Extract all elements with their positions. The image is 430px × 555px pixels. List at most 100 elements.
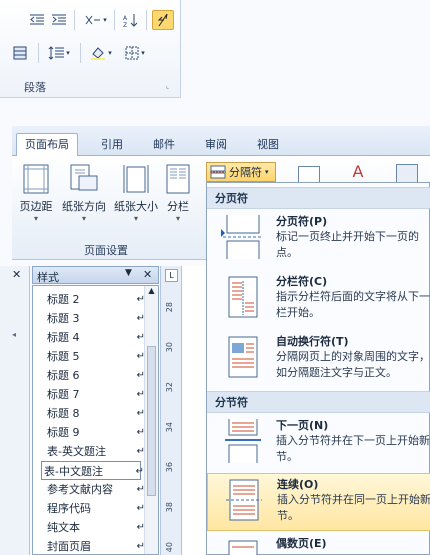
navigation-close-icon[interactable]: ✕ bbox=[12, 268, 21, 281]
style-item[interactable]: 标题 4 ↵ bbox=[47, 328, 145, 347]
paragraph-return-icon: ↵ bbox=[136, 427, 145, 438]
size-button[interactable]: 纸张大小 ▾ bbox=[110, 162, 162, 224]
style-item[interactable]: 纯文本 ↵ bbox=[47, 518, 145, 537]
margins-label: 页边距 bbox=[19, 200, 53, 213]
columns-button[interactable]: 分栏 ▾ bbox=[158, 162, 198, 224]
breaks-label: 分隔符 bbox=[229, 166, 262, 179]
tab-page-layout[interactable]: 页面布局 bbox=[16, 133, 78, 157]
menu-item-column-break[interactable]: 分栏符(C) 指示分栏符后面的文字将从下一栏开始。 bbox=[207, 271, 430, 327]
columns-label: 分栏 bbox=[167, 200, 189, 213]
paragraph-return-icon: ↵ bbox=[136, 389, 145, 400]
columns-icon bbox=[166, 164, 190, 194]
style-item[interactable]: 表-英文题注 ↵ bbox=[47, 442, 145, 461]
ruler-number: 30 bbox=[165, 342, 174, 353]
style-item-label: 标题 2 bbox=[47, 293, 80, 306]
decrease-indent-icon bbox=[30, 14, 44, 25]
navigation-pane-edge bbox=[0, 266, 30, 555]
scroll-thumb[interactable] bbox=[147, 346, 156, 496]
sort-icon: AZ bbox=[123, 14, 138, 27]
orientation-icon bbox=[70, 164, 98, 191]
paragraph-return-icon: ↵ bbox=[135, 466, 144, 477]
ruler-corner: L bbox=[165, 269, 178, 282]
style-item[interactable]: 参考文献内容 ↵ bbox=[47, 480, 145, 499]
menu-item-text-wrapping-break[interactable]: 自动换行符(T) 分隔网页上的对象周围的文字，如分隔题注文字与正文。 bbox=[207, 331, 430, 387]
tab-view[interactable]: 视图 bbox=[248, 134, 288, 156]
style-item[interactable]: 标题 9 ↵ bbox=[47, 423, 145, 442]
paragraph-return-icon: ↵ bbox=[136, 370, 145, 381]
paragraph-return-icon: ↵ bbox=[136, 294, 145, 305]
style-item[interactable]: 封面页眉 ↵ bbox=[47, 537, 145, 555]
tab-review[interactable]: 审阅 bbox=[196, 134, 236, 156]
borders-left-button[interactable] bbox=[8, 43, 32, 63]
next-page-icon bbox=[225, 419, 261, 463]
breaks-icon bbox=[210, 165, 226, 179]
tab-references[interactable]: 引用 bbox=[92, 134, 132, 156]
styles-pane-header: 样式 ▼ ✕ bbox=[32, 266, 159, 284]
dropdown-arrow-icon: ▾ bbox=[66, 49, 70, 57]
increase-indent-button[interactable] bbox=[50, 10, 68, 30]
style-item[interactable]: 标题 3 ↵ bbox=[47, 309, 145, 328]
menu-item-page-break[interactable]: 分页符(P) 标记一页终止并开始下一页的点。 bbox=[207, 211, 430, 267]
table-grid-icon bbox=[13, 46, 27, 60]
scroll-up-icon[interactable]: ▲ bbox=[145, 286, 158, 295]
style-item[interactable]: 表-中文题注 ↵ bbox=[41, 461, 144, 480]
styles-pane-title: 样式 bbox=[37, 271, 59, 284]
styles-pane-close-icon[interactable]: ✕ bbox=[143, 268, 152, 281]
decrease-indent-button[interactable] bbox=[28, 10, 46, 30]
ruler-number: 34 bbox=[165, 422, 174, 433]
menu-section-page-breaks: 分页符 bbox=[207, 187, 430, 209]
dialog-launcher-icon[interactable]: ⌞ bbox=[166, 82, 169, 90]
paragraph-return-icon: ↵ bbox=[136, 522, 145, 533]
style-item-label: 标题 3 bbox=[47, 312, 80, 325]
style-item[interactable]: 标题 2 ↵ bbox=[47, 290, 145, 309]
style-item[interactable]: 程序代码 ↵ bbox=[47, 499, 145, 518]
style-item[interactable]: 标题 6 ↵ bbox=[47, 366, 145, 385]
sort-button[interactable]: AZ bbox=[120, 10, 142, 30]
orientation-label: 纸张方向 bbox=[62, 200, 106, 213]
menu-item-title: 分栏符(C) bbox=[276, 275, 328, 288]
styles-pane-menu-icon[interactable]: ▼ bbox=[125, 268, 132, 278]
dropdown-arrow-icon: ▾ bbox=[133, 214, 138, 223]
margins-button[interactable]: 页边距 ▾ bbox=[10, 162, 62, 224]
dropdown-arrow-icon: ▾ bbox=[33, 214, 38, 223]
breaks-button[interactable]: 分隔符 ▾ bbox=[206, 162, 276, 182]
ruler-number: 38 bbox=[165, 502, 174, 513]
menu-item-desc: 插入分节符并在同一页上开始新节。 bbox=[277, 493, 430, 522]
ruler-number: 40 bbox=[165, 542, 174, 553]
style-scrollbar[interactable]: ▲ bbox=[144, 286, 158, 554]
tab-mailings[interactable]: 邮件 bbox=[144, 134, 184, 156]
style-item-label: 封面页眉 bbox=[47, 540, 91, 553]
line-spacing-button[interactable]: ▾ bbox=[44, 43, 74, 63]
size-label: 纸张大小 bbox=[114, 200, 158, 213]
menu-item-even-page[interactable]: 偶数页(E) bbox=[207, 533, 430, 555]
show-marks-button[interactable] bbox=[152, 10, 174, 30]
menu-item-title: 分页符(P) bbox=[276, 215, 328, 228]
borders-button[interactable]: ▾ bbox=[120, 43, 150, 63]
menu-item-desc: 分隔网页上的对象周围的文字，如分隔题注文字与正文。 bbox=[276, 350, 430, 379]
shading-button[interactable]: ▾ bbox=[86, 43, 116, 63]
increase-indent-icon bbox=[52, 14, 66, 25]
style-item-label: 程序代码 bbox=[47, 502, 91, 515]
menu-item-desc: 插入分节符并在下一页上开始新节。 bbox=[276, 434, 430, 463]
paint-bucket-icon bbox=[91, 47, 106, 60]
menu-item-desc: 指示分栏符后面的文字将从下一栏开始。 bbox=[276, 290, 430, 319]
style-item[interactable]: 标题 7 ↵ bbox=[47, 385, 145, 404]
paragraph-return-icon: ↵ bbox=[136, 503, 145, 514]
document-area[interactable] bbox=[183, 266, 206, 555]
chinese-layout-button[interactable]: ▾ bbox=[82, 10, 110, 30]
watermark-icon: A bbox=[352, 162, 364, 181]
styles-list: ▲ 标题 2 ↵ 标题 3 ↵ 标题 4 ↵ 标题 5 ↵ 标题 6 ↵ 标题 7 ↵ 标题 8 ↵ 标题 … bbox=[32, 285, 159, 555]
menu-item-continuous[interactable]: 连续(O) 插入分节符并在同一页上开始新节。 bbox=[207, 473, 430, 531]
style-item[interactable]: 标题 5 ↵ bbox=[47, 347, 145, 366]
menu-section-section-breaks: 分节符 bbox=[207, 391, 430, 413]
svg-text:Z: Z bbox=[123, 22, 127, 27]
margins-icon bbox=[23, 164, 49, 194]
ruler-number: 32 bbox=[165, 382, 174, 393]
style-item[interactable]: 标题 8 ↵ bbox=[47, 404, 145, 423]
line-spacing-icon bbox=[48, 46, 65, 60]
menu-item-next-page[interactable]: 下一页(N) 插入分节符并在下一页上开始新节。 bbox=[207, 415, 430, 471]
paragraph-return-icon: ↵ bbox=[136, 351, 145, 362]
dropdown-arrow-icon: ▾ bbox=[108, 49, 112, 57]
dropdown-arrow-icon: ▾ bbox=[103, 16, 107, 24]
orientation-button[interactable]: 纸张方向 ▾ bbox=[58, 162, 110, 224]
